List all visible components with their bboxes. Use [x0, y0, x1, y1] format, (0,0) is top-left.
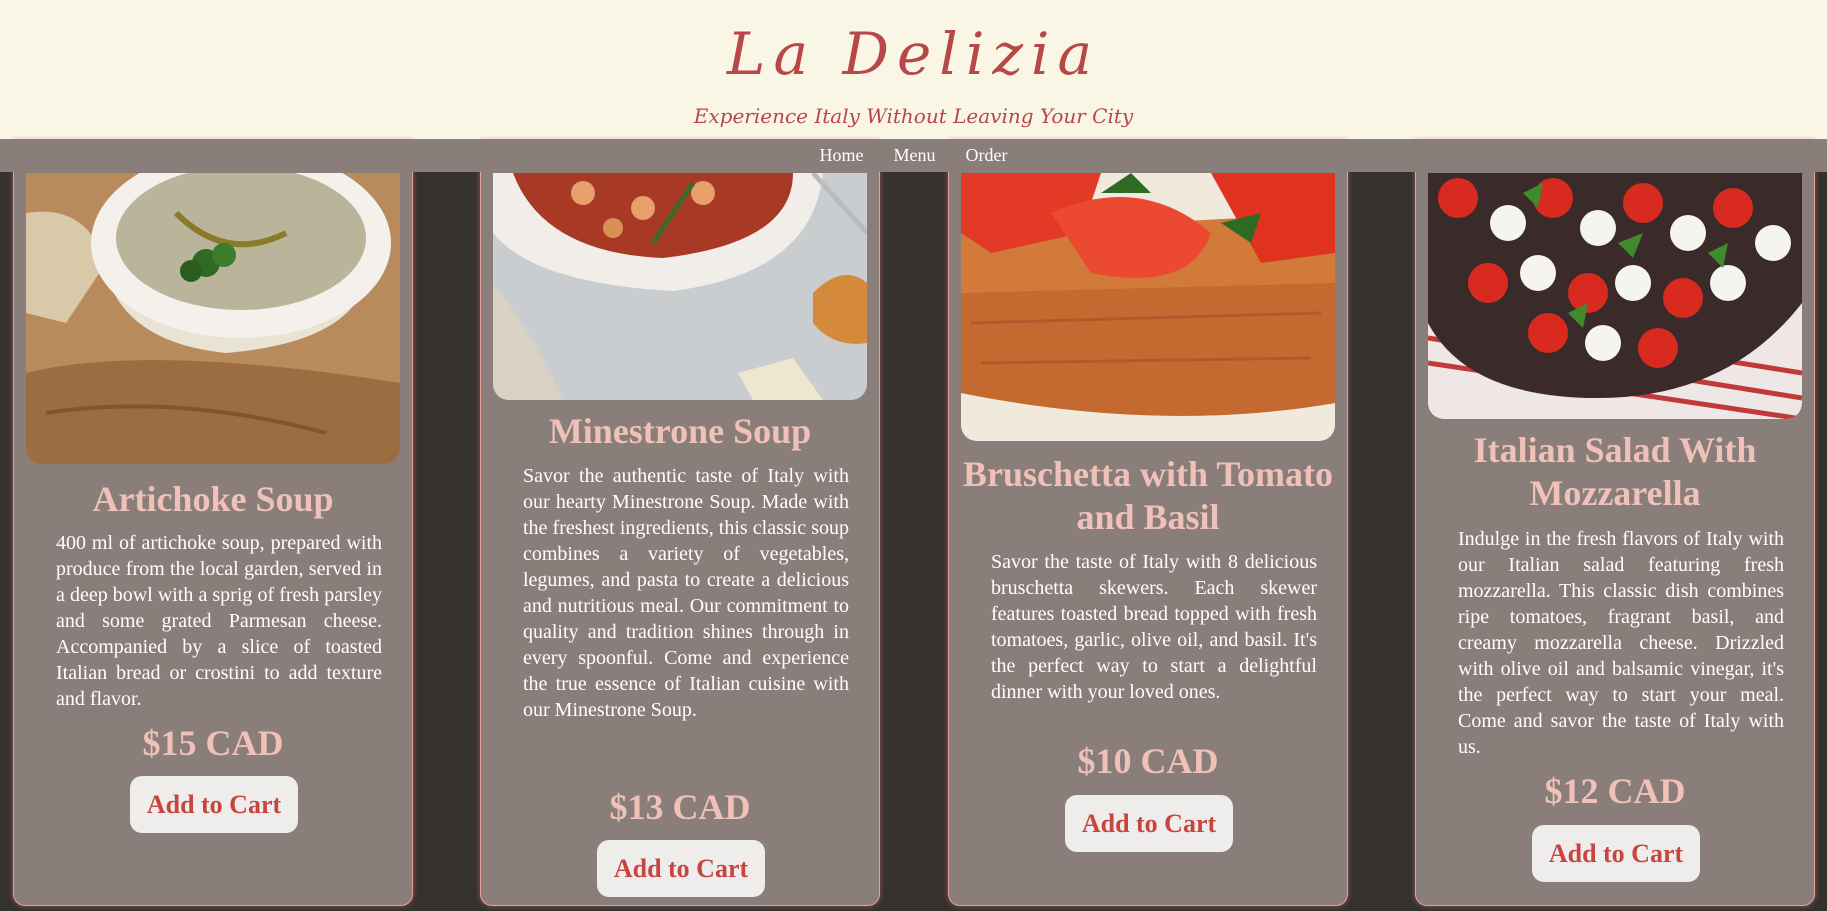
product-card-minestrone-soup: Minestrone Soup Savor the authentic tast…: [480, 140, 880, 906]
product-price: $12 CAD: [1544, 771, 1686, 811]
product-card-artichoke-soup: Artichoke Soup 400 ml of artichoke soup,…: [13, 140, 413, 906]
product-card-italian-salad: Italian Salad With Mozzarella Indulge in…: [1415, 140, 1815, 906]
product-description: Savor the taste of Italy with 8 deliciou…: [991, 551, 1317, 703]
main-nav: Home Menu Order: [0, 139, 1827, 172]
product-title: Italian Salad With Mozzarella: [1473, 430, 1757, 513]
product-title: Minestrone Soup: [548, 411, 812, 451]
product-price: $10 CAD: [1077, 741, 1219, 781]
product-card-bruschetta: Bruschetta with Tomato and Basil Savor t…: [948, 140, 1348, 906]
product-description: 400 ml of artichoke soup, prepared with …: [56, 532, 382, 710]
product-price: $15 CAD: [142, 723, 284, 763]
product-description: Savor the authentic taste of Italy with …: [523, 465, 849, 721]
site-header: La Delizia Experience Italy Without Leav…: [0, 0, 1827, 139]
minestrone-soup-image: [493, 173, 867, 400]
add-to-cart-button[interactable]: Add to Cart: [1532, 825, 1700, 882]
artichoke-soup-image: [26, 173, 400, 464]
nav-menu-link[interactable]: Menu: [894, 145, 936, 165]
tagline: Experience Italy Without Leaving Your Ci…: [693, 104, 1134, 128]
nav-order-link[interactable]: Order: [966, 145, 1008, 165]
italian-salad-image: [1428, 173, 1802, 419]
logo[interactable]: La Delizia: [0, 20, 1827, 88]
product-price: $13 CAD: [609, 787, 751, 827]
product-title: Bruschetta with Tomato and Basil: [962, 454, 1334, 537]
bruschetta-image: [961, 173, 1335, 441]
add-to-cart-button[interactable]: Add to Cart: [597, 840, 765, 897]
product-description: Indulge in the fresh flavors of Italy wi…: [1458, 528, 1784, 758]
add-to-cart-button[interactable]: Add to Cart: [130, 776, 298, 833]
add-to-cart-button[interactable]: Add to Cart: [1065, 795, 1233, 852]
nav-home-link[interactable]: Home: [820, 145, 864, 165]
product-title: Artichoke Soup: [92, 479, 334, 519]
